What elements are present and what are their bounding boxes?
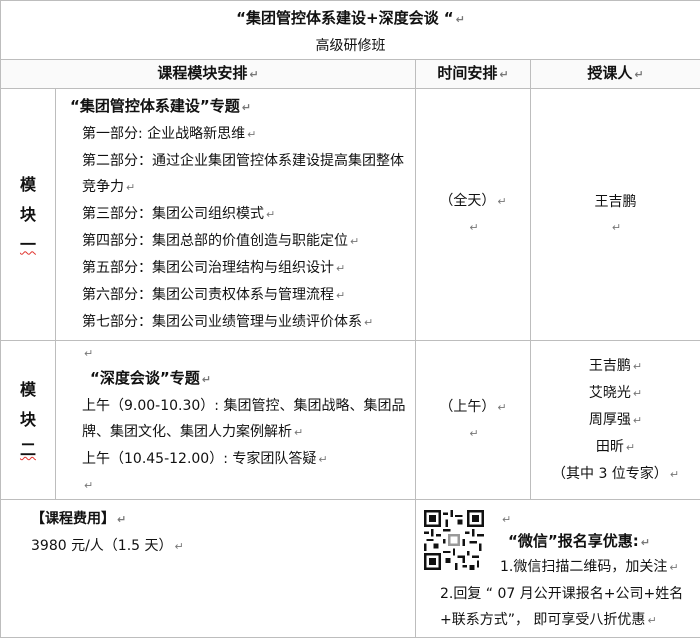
wechat-text: ↵ “微信”报名享优惠:↵ 1.微信扫描二维码，加关注↵ <box>484 510 679 581</box>
list-item: 第四部分：集团总部的价值创造与职能定位↵ <box>82 228 411 255</box>
module-two-teachers: 王吉鹏↵ 艾晓光↵ 周厚强↵ 田昕↵ （其中 3 位专家）↵ <box>531 341 700 500</box>
module-two-topic: “深度会谈”专题↵ <box>82 365 409 393</box>
teacher-name: 王吉鹏↵ <box>531 353 700 380</box>
teachers-note: （其中 3 位专家）↵ <box>531 461 700 488</box>
wechat-cell: ↵ “微信”报名享优惠:↵ 1.微信扫描二维码，加关注↵ 2.回复 “ 07 月… <box>416 500 700 638</box>
module-two-row: 模 块 二 ↵ “深度会谈”专题↵ 上午（9.00-10.30）: 集团管控、集… <box>1 341 700 500</box>
title-row: “集团管控体系建设+深度会谈 “↵ 高级研修班 <box>1 1 700 60</box>
title-cell: “集团管控体系建设+深度会谈 “↵ 高级研修班 <box>1 1 700 60</box>
column-header-course: 课程模块安排↵ <box>1 60 416 89</box>
fee-cell: 【课程费用】↵ 3980 元/人（1.5 天）↵ <box>1 500 416 638</box>
column-header-teacher: 授课人↵ <box>531 60 700 89</box>
wechat-header: ↵ “微信”报名享优惠:↵ 1.微信扫描二维码，加关注↵ <box>424 510 692 581</box>
module-one-topic: “集团管控体系建设”专题↵ <box>70 93 411 121</box>
module-one-content: “集团管控体系建设”专题↵ 第一部分: 企业战略新思维↵ 第二部分：通过企业集团… <box>56 89 416 341</box>
wechat-title: “微信”报名享优惠:↵ <box>494 530 679 554</box>
teacher-name: 艾晓光↵ <box>531 380 700 407</box>
page-subtitle: 高级研修班 <box>1 33 700 59</box>
module-one-row: 模 块 一 “集团管控体系建设”专题↵ 第一部分: 企业战略新思维↵ 第二部分：… <box>1 89 700 341</box>
wechat-step-one: 1.微信扫描二维码，加关注↵ <box>494 554 679 581</box>
header-row: 课程模块安排↵ 时间安排↵ 授课人↵ <box>1 60 700 89</box>
wechat-step-two: 2.回复 “ 07 月公开课报名+公司+姓名+联系方式”， 即可享受八折优惠↵ <box>424 581 692 634</box>
module-two-time: （上午）↵ ↵ <box>416 341 531 500</box>
list-item: 第五部分：集团公司治理结构与组织设计↵ <box>82 255 411 282</box>
module-two-morning-two: 上午（10.45-12.00）: 专家团队答疑↵ <box>82 446 409 473</box>
teacher-name: 周厚强↵ <box>531 407 700 434</box>
column-header-time: 时间安排↵ <box>416 60 531 89</box>
fee-price: 3980 元/人（1.5 天）↵ <box>31 533 415 560</box>
module-two-morning-one: 上午（9.00-10.30）: 集团管控、集团战略、集团品牌、集团文化、集团人力… <box>82 393 409 446</box>
module-one-label: 模 块 一 <box>1 89 56 341</box>
list-item: 第二部分：通过企业集团管控体系建设提高集团整体竞争力↵ <box>82 148 411 201</box>
teacher-name: 田昕↵ <box>531 434 700 461</box>
course-schedule-table: “集团管控体系建设+深度会谈 “↵ 高级研修班 课程模块安排↵ 时间安排↵ 授课… <box>0 0 700 638</box>
module-one-teacher: 王吉鹏 ↵ <box>531 89 700 341</box>
module-two-label: 模 块 二 <box>1 341 56 500</box>
list-item: 第七部分：集团公司业绩管理与业绩评价体系↵ <box>82 309 411 336</box>
fee-label: 【课程费用】↵ <box>31 506 415 533</box>
qr-code-icon <box>424 510 484 570</box>
list-item: 第三部分：集团公司组织模式↵ <box>82 201 411 228</box>
list-item: 第一部分: 企业战略新思维↵ <box>82 121 411 148</box>
fee-row: 【课程费用】↵ 3980 元/人（1.5 天）↵ <box>1 500 700 638</box>
module-one-time: （全天）↵ ↵ <box>416 89 531 341</box>
module-one-items: 第一部分: 企业战略新思维↵ 第二部分：通过企业集团管控体系建设提高集团整体竞争… <box>70 121 411 336</box>
list-item: 第六部分：集团公司责权体系与管理流程↵ <box>82 282 411 309</box>
module-two-content: ↵ “深度会谈”专题↵ 上午（9.00-10.30）: 集团管控、集团战略、集团… <box>56 341 416 500</box>
page-title: “集团管控体系建设+深度会谈 “↵ <box>1 5 700 33</box>
